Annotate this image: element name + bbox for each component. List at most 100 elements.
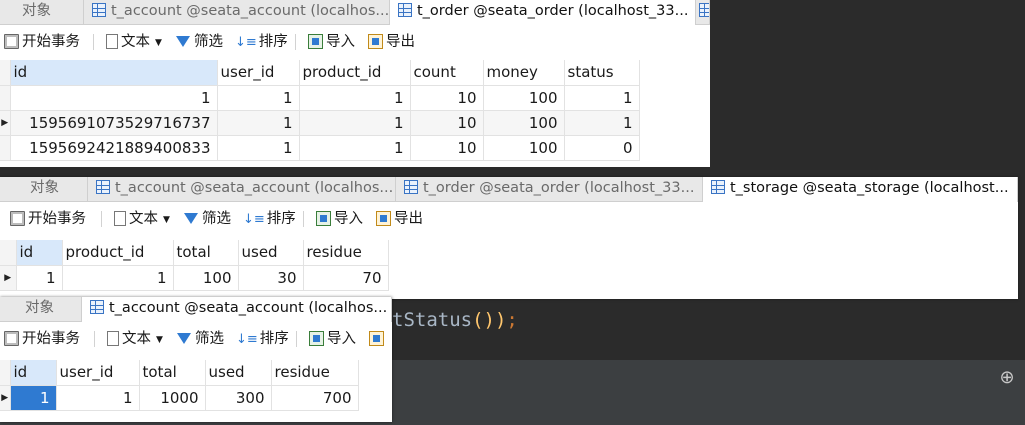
- column-header-total[interactable]: total: [173, 240, 239, 266]
- column-header-total[interactable]: total: [139, 360, 206, 386]
- divider: [303, 211, 304, 227]
- column-header-used[interactable]: used: [205, 360, 272, 386]
- filter-button[interactable]: 筛选: [184, 202, 231, 236]
- tab-objects[interactable]: 对象: [0, 297, 82, 322]
- tab-objects[interactable]: 对象: [0, 0, 84, 25]
- column-header-product-id[interactable]: product_id: [62, 240, 174, 266]
- import-button[interactable]: 导入: [309, 322, 356, 356]
- import-icon: [316, 211, 331, 226]
- tab-t-account[interactable]: t_account @seata_account (localhos...: [88, 177, 396, 202]
- cell[interactable]: 1: [564, 110, 640, 136]
- tab-bar: 对象 t_account @seata_account (localhos...: [0, 297, 392, 323]
- import-button[interactable]: 导入: [308, 25, 355, 59]
- cell[interactable]: 10: [410, 135, 484, 161]
- transaction-icon: [10, 211, 25, 226]
- begin-transaction-button[interactable]: 开始事务: [4, 322, 80, 356]
- cell[interactable]: 1: [217, 110, 300, 136]
- code-parens: ()): [472, 309, 507, 331]
- cell[interactable]: 1: [16, 265, 63, 291]
- table-row[interactable]: ▶ 1 1 1000 300 700: [0, 385, 359, 411]
- cell[interactable]: 30: [238, 265, 304, 291]
- column-header-id[interactable]: id: [16, 240, 63, 266]
- export-button[interactable]: 导出: [376, 202, 423, 236]
- table-row[interactable]: 1 1 1 10 100 1: [0, 85, 640, 111]
- button-label: 导出: [394, 211, 423, 227]
- text-button[interactable]: 文本 ▼: [106, 25, 162, 59]
- import-button[interactable]: 导入: [316, 202, 363, 236]
- cell[interactable]: 100: [173, 265, 239, 291]
- cell[interactable]: 1000: [139, 385, 206, 411]
- tab-label: t_order @seata_order (localhost_33...: [423, 180, 695, 196]
- export-icon: [369, 331, 384, 346]
- column-header-status[interactable]: status: [564, 60, 640, 86]
- cell[interactable]: 1: [62, 265, 174, 291]
- cell[interactable]: 100: [483, 110, 565, 136]
- column-header-user-id[interactable]: user_id: [56, 360, 140, 386]
- tab-t-account[interactable]: t_account @seata_account (localhos...: [82, 297, 392, 323]
- column-header-residue[interactable]: residue: [271, 360, 359, 386]
- begin-transaction-button[interactable]: 开始事务: [10, 202, 86, 236]
- cell[interactable]: 0: [564, 135, 640, 161]
- document-icon: [114, 211, 126, 226]
- table-row[interactable]: 1595692421889400833 1 1 10 100 0: [0, 135, 640, 161]
- begin-transaction-button[interactable]: 开始事务: [4, 25, 80, 59]
- cell[interactable]: 1: [56, 385, 140, 411]
- cell[interactable]: 100: [483, 135, 565, 161]
- cell[interactable]: 1: [217, 85, 300, 111]
- column-header-product-id[interactable]: product_id: [299, 60, 411, 86]
- tab-t-storage[interactable]: t_storage @seata_storage (localhost...: [703, 177, 1018, 203]
- transaction-icon: [4, 34, 19, 49]
- tab-objects[interactable]: 对象: [0, 177, 88, 202]
- transaction-icon: [4, 331, 19, 346]
- header-row: id user_id product_id count money status: [0, 60, 640, 86]
- filter-button[interactable]: 筛选: [176, 25, 223, 59]
- cell[interactable]: 10: [410, 85, 484, 111]
- button-label: 文本: [122, 331, 151, 347]
- row-marker: [0, 135, 11, 161]
- export-button[interactable]: [369, 322, 387, 356]
- tab-t-account[interactable]: t_account @seata_account (localhos...: [84, 0, 390, 25]
- cell[interactable]: 100: [483, 85, 565, 111]
- cell[interactable]: 300: [205, 385, 272, 411]
- button-label: 文本: [121, 34, 150, 50]
- gear-icon[interactable]: ⊕: [997, 368, 1017, 388]
- cell[interactable]: 1: [10, 85, 218, 111]
- tab-overflow[interactable]: [696, 0, 710, 25]
- text-button[interactable]: 文本 ▼: [114, 202, 170, 236]
- export-button[interactable]: 导出: [368, 25, 415, 59]
- cell[interactable]: 10: [410, 110, 484, 136]
- row-marker-header: [0, 60, 11, 86]
- column-header-count[interactable]: count: [410, 60, 484, 86]
- cell[interactable]: 70: [303, 265, 389, 291]
- text-button[interactable]: 文本 ▼: [107, 322, 163, 356]
- table-icon: [404, 180, 418, 194]
- cell[interactable]: 1595691073529716737: [10, 110, 218, 136]
- table-row[interactable]: ▶ 1 1 100 30 70: [0, 265, 389, 291]
- cell[interactable]: 1: [217, 135, 300, 161]
- selected-cell[interactable]: 1: [10, 385, 57, 411]
- tab-t-order[interactable]: t_order @seata_order (localhost_33...: [390, 0, 696, 26]
- cell[interactable]: 1: [299, 135, 411, 161]
- column-header-residue[interactable]: residue: [303, 240, 389, 266]
- tab-t-order[interactable]: t_order @seata_order (localhost_33...: [396, 177, 703, 202]
- column-header-id[interactable]: id: [10, 360, 57, 386]
- column-header-money[interactable]: money: [483, 60, 565, 86]
- row-marker: [0, 85, 11, 111]
- cell[interactable]: 1: [299, 85, 411, 111]
- caret-down-icon: ▼: [155, 38, 162, 48]
- table-icon: [92, 3, 106, 17]
- column-header-user-id[interactable]: user_id: [217, 60, 300, 86]
- sort-button[interactable]: ↓≡ 排序: [243, 202, 296, 236]
- row-marker-header: [0, 240, 17, 266]
- cell[interactable]: 1: [299, 110, 411, 136]
- cell[interactable]: 700: [271, 385, 359, 411]
- sort-button[interactable]: ↓≡ 排序: [236, 322, 289, 356]
- column-header-id[interactable]: id: [10, 60, 218, 86]
- column-header-used[interactable]: used: [238, 240, 304, 266]
- cell[interactable]: 1595692421889400833: [10, 135, 218, 161]
- filter-button[interactable]: 筛选: [177, 322, 224, 356]
- cell[interactable]: 1: [564, 85, 640, 111]
- button-label: 文本: [129, 211, 158, 227]
- sort-button[interactable]: ↓≡ 排序: [235, 25, 288, 59]
- table-row[interactable]: ▶ 1595691073529716737 1 1 10 100 1: [0, 110, 640, 136]
